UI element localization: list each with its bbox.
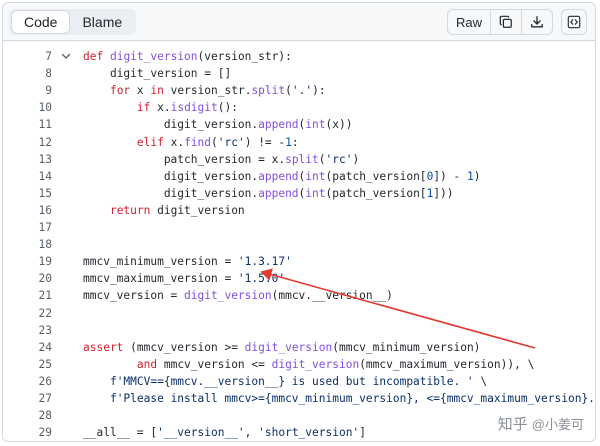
line-number[interactable]: 11: [3, 116, 52, 133]
code-line: 20 mmcv_maximum_version = '1.5.0': [3, 270, 595, 287]
code-text: digit_version.append(int(x)): [83, 118, 353, 132]
copy-icon: [499, 15, 512, 28]
line-number[interactable]: 7: [3, 48, 52, 65]
view-toggle: Code Blame: [9, 9, 137, 35]
code-text: assert (mmcv_version >= digit_version(mm…: [83, 340, 481, 354]
code-line: 21 mmcv_version = digit_version(mmcv.__ve…: [3, 287, 595, 304]
line-number[interactable]: 13: [3, 151, 52, 168]
code-line: 11 digit_version.append(int(x)): [3, 116, 595, 133]
line-number[interactable]: 27: [3, 390, 52, 407]
code-text: mmcv_maximum_version = '1.5.0': [83, 272, 286, 286]
watermark-author: @小姜可: [531, 417, 584, 432]
code-line: 15 digit_version.append(int(patch_versio…: [3, 185, 595, 202]
tab-code[interactable]: Code: [11, 10, 71, 34]
code-text: digit_version = []: [83, 67, 232, 81]
code-text: digit_version.append(int(patch_version[0…: [83, 169, 481, 183]
code-line: 25 and mmcv_version <= digit_version(mmc…: [3, 356, 595, 373]
raw-button[interactable]: Raw: [448, 10, 490, 34]
code-line: 18: [3, 236, 595, 253]
code-text: if x.isdigit():: [136, 101, 238, 115]
watermark: 知乎 @小姜可: [498, 413, 584, 434]
line-number[interactable]: 24: [3, 339, 52, 356]
code-text: mmcv_minimum_version = '1.3.17': [83, 255, 292, 269]
code-text: for x in version_str.split('.'):: [109, 84, 326, 98]
code-symbols-icon: [567, 15, 581, 29]
code-line: 26 f'MMCV=={mmcv.__version__} is used bu…: [3, 373, 595, 390]
code-line: 8 digit_version = []: [3, 65, 595, 82]
code-line: 16 return digit_version: [3, 202, 595, 219]
line-number[interactable]: 14: [3, 168, 52, 185]
code-line: 12 elif x.find('rc') != -1:: [3, 134, 595, 151]
line-number[interactable]: 28: [3, 407, 52, 424]
tab-blame[interactable]: Blame: [70, 10, 134, 34]
code-line: 17: [3, 219, 595, 236]
code-text: patch_version = x.split('rc'): [83, 152, 360, 166]
code-text: elif x.find('rc') != -1:: [136, 135, 299, 149]
raw-copy-download-group: Raw: [446, 9, 553, 35]
line-number[interactable]: 26: [3, 373, 52, 390]
code-text: digit_version.append(int(patch_version[1…: [83, 186, 454, 200]
code-line: 19 mmcv_minimum_version = '1.3.17': [3, 253, 595, 270]
code-line: 10 if x.isdigit():: [3, 99, 595, 116]
line-number[interactable]: 22: [3, 305, 52, 322]
code-listing: 7 def digit_version(version_str): 8 digit_…: [3, 41, 595, 441]
line-number[interactable]: 17: [3, 219, 52, 236]
code-text: and mmcv_version <= digit_version(mmcv_m…: [136, 357, 535, 371]
fold-chevron-icon[interactable]: [61, 48, 71, 65]
code-line: 9 for x in version_str.split('.'):: [3, 82, 595, 99]
code-line: 7 def digit_version(version_str):: [3, 48, 595, 65]
copy-raw-button[interactable]: [490, 10, 521, 34]
line-number[interactable]: 12: [3, 134, 52, 151]
line-number[interactable]: 21: [3, 287, 52, 304]
file-toolbar: Code Blame Raw: [3, 3, 595, 41]
code-line: 23: [3, 322, 595, 339]
code-line: 24 assert (mmcv_version >= digit_version(…: [3, 339, 595, 356]
line-number[interactable]: 10: [3, 99, 52, 116]
line-number[interactable]: 16: [3, 202, 52, 219]
symbols-panel-button[interactable]: [561, 9, 587, 35]
code-line: 27 f'Please install mmcv>={mmcv_minimum_…: [3, 390, 595, 407]
line-number[interactable]: 20: [3, 270, 52, 287]
line-number[interactable]: 9: [3, 82, 52, 99]
code-text: def digit_version(version_str):: [83, 50, 292, 63]
line-number[interactable]: 19: [3, 253, 52, 270]
line-number[interactable]: 23: [3, 322, 52, 339]
code-line: 22: [3, 305, 595, 322]
code-text: mmcv_version = digit_version(mmcv.__vers…: [83, 289, 393, 303]
line-number[interactable]: 8: [3, 65, 52, 82]
code-line: 14 digit_version.append(int(patch_versio…: [3, 168, 595, 185]
code-viewer: Code Blame Raw 7 def digit_version(versi…: [2, 2, 596, 442]
code-text: return digit_version: [109, 203, 245, 217]
download-icon: [531, 16, 543, 28]
watermark-site: 知乎: [497, 416, 528, 433]
download-raw-button[interactable]: [521, 10, 552, 34]
file-actions: Raw: [446, 9, 587, 35]
code-line: 13 patch_version = x.split('rc'): [3, 151, 595, 168]
line-number[interactable]: 29: [3, 424, 52, 441]
line-number[interactable]: 18: [3, 236, 52, 253]
line-number[interactable]: 25: [3, 356, 52, 373]
line-number[interactable]: 15: [3, 185, 52, 202]
code-text: f'Please install mmcv>={mmcv_minimum_ver…: [109, 392, 596, 405]
code-text: __all__ = ['__version__', 'short_version…: [83, 426, 366, 440]
code-text: f'MMCV=={mmcv.__version__} is used but i…: [109, 374, 488, 388]
